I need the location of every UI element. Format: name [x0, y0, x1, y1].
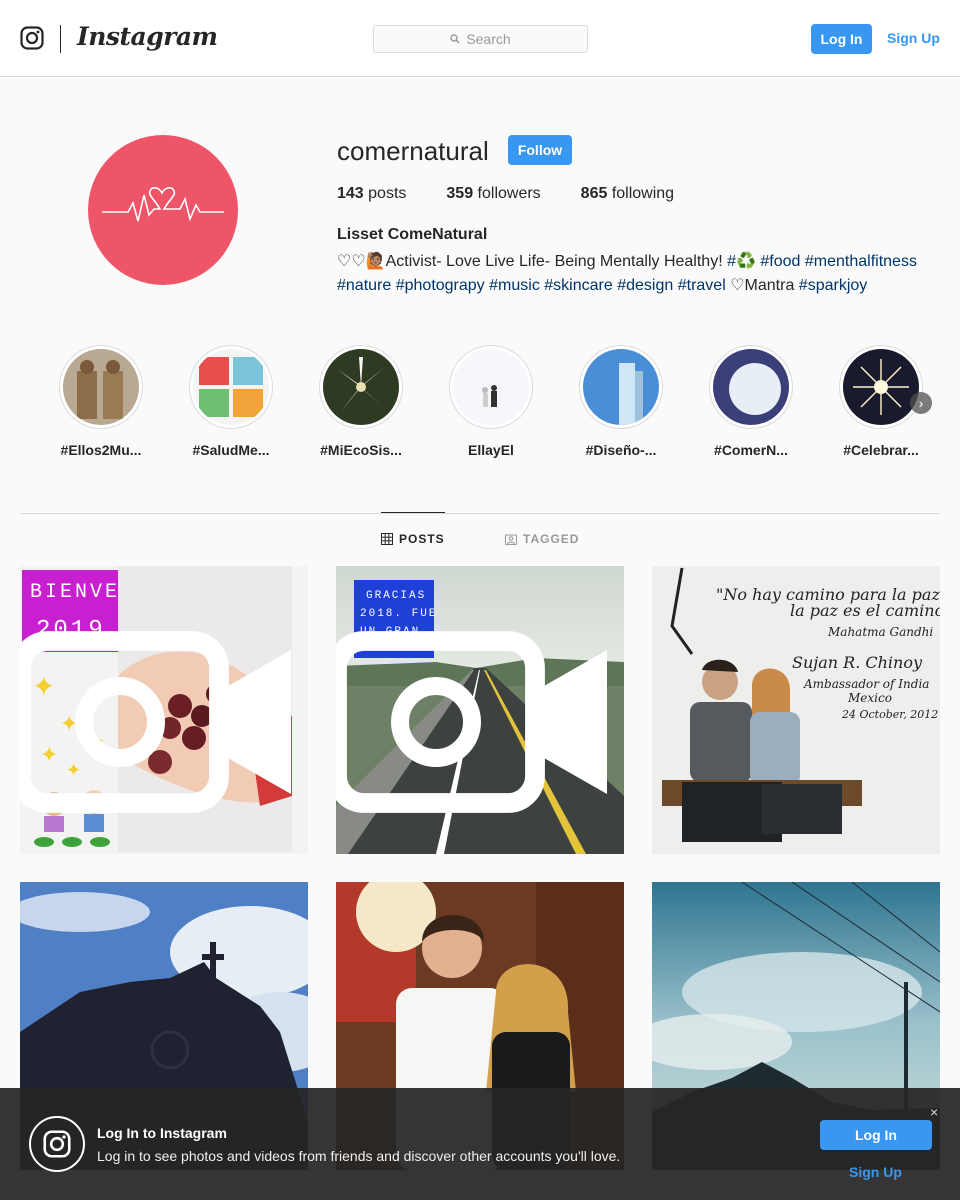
followers-count[interactable]: 359 followers: [446, 185, 540, 203]
instagram-wordmark[interactable]: Instagram: [77, 22, 218, 51]
highlight-item[interactable]: #MiEcoSis...: [311, 345, 411, 458]
hashtag-link[interactable]: #travel: [678, 277, 726, 294]
post-wall-text: 24 October, 2012: [841, 708, 938, 721]
post-wall-text: Ambassador of India: [803, 677, 929, 691]
highlight-cover: [583, 349, 659, 425]
hashtag-link[interactable]: #food: [760, 253, 800, 270]
highlight-label: #SaludMe...: [192, 442, 270, 458]
highlight-ring: [189, 345, 273, 429]
hashtag-link[interactable]: #sparkjoy: [799, 277, 867, 294]
highlight-label: #Celebrar...: [843, 442, 919, 458]
tab-posts[interactable]: POSTS: [381, 532, 445, 546]
highlight-ring: [319, 345, 403, 429]
highlight-item[interactable]: #ComerN...: [701, 345, 801, 458]
hashtag-link[interactable]: #skincare: [544, 277, 612, 294]
hashtag-link[interactable]: #photograpy: [396, 277, 485, 294]
signup-link[interactable]: Sign Up: [887, 30, 940, 46]
highlight-item[interactable]: EllayEl: [441, 345, 541, 458]
login-banner: Log In to Instagram Log in to see photos…: [0, 1088, 960, 1200]
highlight-cover: [843, 349, 919, 425]
post-wall-text: Mexico: [847, 691, 892, 705]
hashtag-link[interactable]: #♻️: [727, 253, 756, 270]
follow-button[interactable]: Follow: [508, 135, 572, 165]
tab-tagged-label: TAGGED: [523, 532, 580, 546]
tab-tagged[interactable]: TAGGED: [505, 532, 579, 546]
story-highlights: #Ellos2Mu... #SaludMe... #MiEcoSis... El…: [20, 345, 940, 465]
banner-login-button[interactable]: Log In: [820, 1120, 932, 1150]
hashtag-link[interactable]: #design: [617, 277, 673, 294]
profile-username: comernatural: [337, 136, 489, 166]
highlight-ring: [579, 345, 663, 429]
highlight-cover: [323, 349, 399, 425]
tab-posts-label: POSTS: [399, 532, 445, 546]
bio-text: ♡Mantra: [730, 277, 795, 294]
highlight-label: #Diseño-...: [585, 442, 657, 458]
login-button[interactable]: Log In: [811, 24, 872, 54]
hashtag-link[interactable]: #menthalfitness: [805, 253, 917, 270]
highlight-ring: [709, 345, 793, 429]
following-count[interactable]: 865 following: [581, 185, 674, 203]
post-tile[interactable]: "No hay camino para la paz, la paz es el…: [652, 566, 940, 854]
chevron-right-icon[interactable]: ›: [910, 392, 932, 414]
highlight-label: EllayEl: [468, 442, 514, 458]
post-tile[interactable]: GRACIAS 2018. FUE UN GRAN CAMINO...: [336, 566, 624, 854]
tabs-divider: [20, 513, 940, 514]
highlight-ring: [449, 345, 533, 429]
instagram-glyph-icon[interactable]: [20, 26, 44, 50]
video-icon: [20, 631, 291, 813]
search-icon: [450, 34, 460, 44]
highlight-cover: [63, 349, 139, 425]
hashtag-link[interactable]: #music: [489, 277, 540, 294]
posts-count: 143 posts: [337, 185, 407, 202]
highlight-item[interactable]: #Diseño-...: [571, 345, 671, 458]
hashtag-link[interactable]: #nature: [337, 277, 391, 294]
post-wall-text: Mahatma Gandhi: [827, 625, 933, 639]
highlight-cover: [193, 349, 269, 425]
highlight-ring: [839, 345, 923, 429]
highlight-label: #ComerN...: [714, 442, 788, 458]
video-icon: [336, 631, 607, 813]
post-wall-text: Sujan R. Chinoy: [792, 653, 923, 672]
highlight-item[interactable]: #SaludMe...: [181, 345, 281, 458]
profile-stats: 143 posts 359 followers 865 following: [337, 185, 714, 203]
banner-title: Log In to Instagram: [97, 1125, 227, 1141]
active-tab-indicator: [381, 512, 445, 513]
highlight-label: #Ellos2Mu...: [60, 442, 142, 458]
search-placeholder: Search: [466, 31, 511, 47]
logo-divider: [60, 25, 61, 53]
close-icon[interactable]: ×: [930, 1104, 938, 1120]
instagram-glyph-icon: [29, 1116, 85, 1172]
highlight-item[interactable]: #Ellos2Mu...: [51, 345, 151, 458]
highlight-cover: [713, 349, 789, 425]
grid-icon: [381, 533, 393, 545]
profile-bio: ♡♡🙋🏽Activist- Love Live Life- Being Ment…: [337, 250, 947, 298]
post-tile[interactable]: BIENVENIDO 2019 ✦ ✦ ✦ ✦ ✦: [20, 566, 308, 854]
tagged-icon: [505, 534, 517, 545]
banner-signup-link[interactable]: Sign Up: [849, 1164, 902, 1180]
top-nav: Instagram Search Log In Sign Up: [0, 0, 960, 77]
search-input[interactable]: Search: [373, 25, 588, 53]
highlight-ring: [59, 345, 143, 429]
highlight-cover: [453, 349, 529, 425]
post-wall-text: la paz es el camino": [790, 601, 940, 620]
profile-avatar: [88, 135, 238, 285]
bio-text: ♡♡🙋🏽Activist- Love Live Life- Being Ment…: [337, 253, 728, 270]
profile-full-name: Lisset ComeNatural: [337, 226, 488, 243]
banner-text: Log in to see photos and videos from fri…: [97, 1148, 621, 1164]
highlight-label: #MiEcoSis...: [320, 442, 402, 458]
